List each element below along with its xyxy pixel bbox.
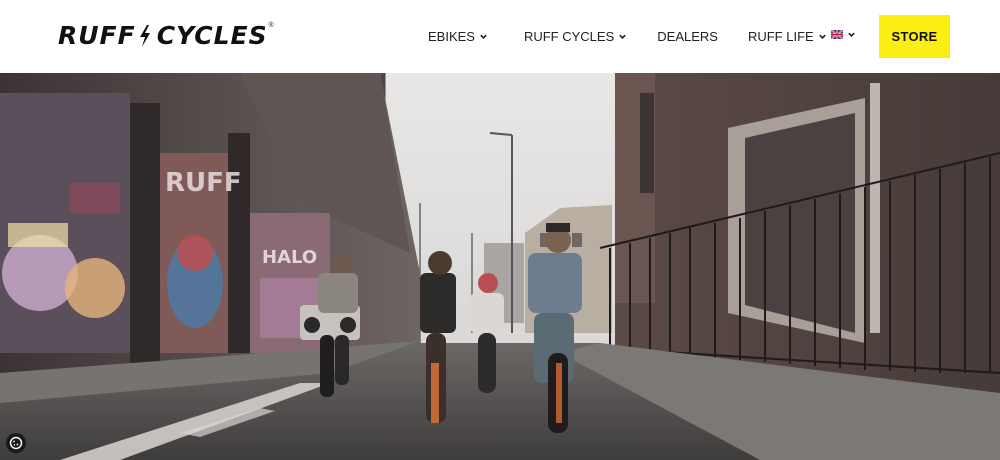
nav-item-dealers[interactable]: DEALERS (657, 29, 718, 44)
hero-street-scene: RUFF HALO (0, 73, 1000, 460)
chevron-down-icon (619, 34, 627, 39)
graffiti-ruff-text: RUFF (165, 168, 242, 198)
graffiti-halo-text: HALO (262, 247, 317, 268)
hero-image: RUFF HALO (0, 73, 1000, 460)
nav-item-label: RUFF LIFE (747, 28, 814, 44)
ruff-cycles-logo[interactable]: RUFF CYCLES ® (58, 20, 274, 52)
registered-mark: ® (268, 22, 274, 29)
lightning-bolt-icon (139, 25, 150, 47)
logo-text-right: CYCLES (156, 21, 268, 50)
nav-item-label: EBIKES (428, 28, 475, 44)
nav-item-label: DEALERS (657, 28, 718, 44)
language-selector[interactable] (831, 30, 856, 39)
logo-text-left: RUFF (58, 21, 136, 50)
nav-item-ebikes[interactable]: EBIKES (428, 29, 488, 44)
chevron-down-icon (818, 34, 826, 39)
cookie-icon (9, 436, 23, 450)
chevron-down-icon (480, 34, 487, 39)
site-header: RUFF CYCLES ® EBIKES RUFF CYCLES DEALERS… (0, 0, 1000, 73)
chevron-down-icon (848, 32, 855, 37)
nav-item-label: RUFF CYCLES (523, 28, 615, 44)
nav-item-ruff-cycles[interactable]: RUFF CYCLES (524, 29, 627, 44)
uk-flag-icon (831, 30, 843, 39)
nav-item-ruff-life[interactable]: RUFF LIFE (748, 29, 827, 44)
store-button[interactable]: STORE (879, 15, 950, 58)
cookie-settings-button[interactable] (6, 433, 26, 453)
main-nav: EBIKES RUFF CYCLES DEALERS RUFF LIFE (428, 24, 857, 48)
